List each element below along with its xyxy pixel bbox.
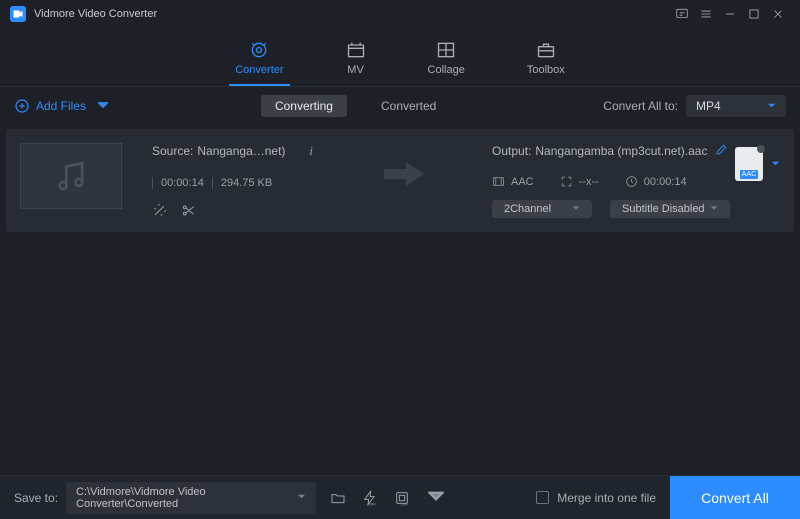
source-line: Source: Nanganga…net) i	[152, 143, 372, 159]
tab-mv[interactable]: MV	[340, 36, 372, 86]
file-item: Source: Nanganga…net) i 00:00:14 294.75 …	[6, 129, 794, 232]
out-duration-value: 00:00:14	[644, 176, 687, 188]
chevron-down-icon	[710, 203, 718, 215]
source-filename: Nanganga…net)	[197, 144, 285, 158]
channel-select[interactable]: 2Channel	[492, 200, 592, 218]
source-column: Source: Nanganga…net) i 00:00:14 294.75 …	[152, 143, 372, 218]
titlebar: Vidmore Video Converter	[0, 0, 800, 28]
scissors-icon[interactable]	[181, 203, 196, 218]
chevron-down-icon	[767, 99, 776, 113]
clock-icon	[625, 175, 638, 188]
convert-all-button[interactable]: Convert All	[670, 476, 800, 519]
feedback-icon[interactable]	[670, 2, 694, 26]
chevron-down-icon	[297, 492, 306, 504]
chevron-down-icon	[98, 99, 108, 113]
dropdown-value: MP4	[696, 99, 721, 113]
gpu-icon[interactable]: OFF	[392, 488, 412, 508]
music-note-icon	[52, 157, 90, 195]
subtitle-select[interactable]: Subtitle Disabled	[610, 200, 730, 218]
app-title: Vidmore Video Converter	[34, 8, 157, 20]
speed-icon[interactable]: OFF	[360, 488, 380, 508]
output-selects: 2Channel Subtitle Disabled	[492, 200, 780, 218]
tab-label: Converter	[235, 64, 283, 76]
resolution-icon	[560, 175, 573, 188]
arrow-icon	[384, 159, 424, 192]
tab-toolbox[interactable]: Toolbox	[521, 36, 571, 86]
info-icon[interactable]: i	[309, 143, 313, 159]
tab-label: Collage	[428, 64, 465, 76]
toolbox-icon	[536, 40, 556, 60]
convert-all-to-label: Convert All to:	[603, 99, 678, 113]
settings-icon[interactable]	[424, 488, 444, 508]
mv-icon	[346, 40, 366, 60]
codec-icon	[492, 175, 505, 188]
codec-badge: AAC	[492, 175, 534, 188]
tab-label: Toolbox	[527, 64, 565, 76]
format-tag: AAC	[740, 170, 758, 179]
source-tools	[152, 203, 372, 218]
file-thumbnail[interactable]	[20, 143, 122, 209]
tab-converter[interactable]: Converter	[229, 36, 289, 86]
convert-all-to-group: Convert All to: MP4	[603, 95, 786, 117]
bottom-bar: Save to: C:\Vidmore\Vidmore Video Conver…	[0, 475, 800, 519]
subbar: Add Files Converting Converted Convert A…	[0, 87, 800, 125]
separator	[212, 177, 213, 189]
open-folder-icon[interactable]	[328, 488, 348, 508]
convert-all-format-dropdown[interactable]: MP4	[686, 95, 786, 117]
channel-value: 2Channel	[504, 203, 551, 215]
chevron-down-icon	[771, 157, 780, 171]
tab-label: MV	[347, 64, 364, 76]
merge-label: Merge into one file	[557, 491, 656, 505]
merge-checkbox[interactable]: Merge into one file	[536, 491, 656, 505]
subtab-converted[interactable]: Converted	[367, 95, 450, 117]
output-format-picker[interactable]: AAC	[735, 147, 780, 181]
save-path-value: C:\Vidmore\Vidmore Video Converter\Conve…	[76, 486, 297, 510]
source-prefix: Source:	[152, 144, 193, 158]
subtitle-value: Subtitle Disabled	[622, 203, 705, 215]
checkbox-icon	[536, 491, 549, 504]
save-to-label: Save to:	[14, 491, 58, 505]
source-size: 294.75 KB	[221, 177, 272, 189]
close-icon[interactable]	[766, 2, 790, 26]
tab-collage[interactable]: Collage	[422, 36, 471, 86]
convert-all-label: Convert All	[701, 490, 769, 506]
source-duration: 00:00:14	[161, 177, 204, 189]
output-filename: Nangangamba (mp3cut.net).aac	[535, 144, 707, 158]
app-logo	[10, 6, 26, 22]
resolution-badge: --x--	[560, 175, 599, 188]
subtabs: Converting Converted	[261, 95, 450, 117]
main-tabs: Converter MV Collage Toolbox	[0, 28, 800, 87]
bottom-icons: OFF OFF	[328, 488, 444, 508]
wand-icon[interactable]	[152, 203, 167, 218]
separator	[152, 177, 153, 189]
svg-text:OFF: OFF	[401, 501, 410, 506]
save-path-dropdown[interactable]: C:\Vidmore\Vidmore Video Converter\Conve…	[66, 482, 316, 514]
menu-icon[interactable]	[694, 2, 718, 26]
codec-value: AAC	[511, 176, 534, 188]
plus-circle-icon	[14, 98, 30, 114]
source-meta: 00:00:14 294.75 KB	[152, 177, 372, 189]
maximize-icon[interactable]	[742, 2, 766, 26]
edit-icon[interactable]	[715, 143, 728, 159]
collage-icon	[436, 40, 456, 60]
subtab-converting[interactable]: Converting	[261, 95, 347, 117]
minimize-icon[interactable]	[718, 2, 742, 26]
add-files-label: Add Files	[36, 99, 86, 113]
resolution-value: --x--	[579, 176, 599, 188]
duration-badge: 00:00:14	[625, 175, 687, 188]
converter-icon	[249, 40, 269, 60]
svg-text:OFF: OFF	[369, 501, 378, 506]
format-file-icon: AAC	[735, 147, 763, 181]
output-prefix: Output:	[492, 144, 531, 158]
add-files-button[interactable]: Add Files	[14, 98, 108, 114]
chevron-down-icon	[572, 203, 580, 215]
